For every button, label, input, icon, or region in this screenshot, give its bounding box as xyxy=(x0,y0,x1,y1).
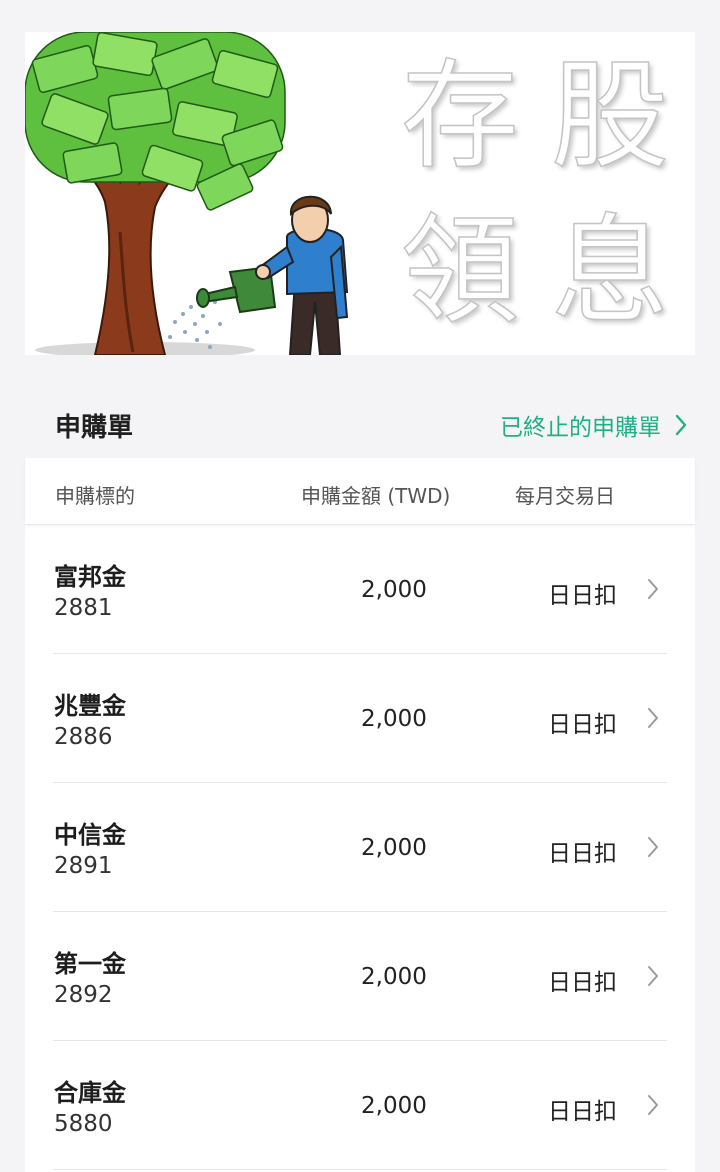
subscription-amount: 2,000 xyxy=(361,1093,427,1119)
column-trade-day: 每月交易日 xyxy=(515,484,615,508)
chevron-right-icon xyxy=(648,1095,658,1115)
column-target: 申購標的 xyxy=(55,484,135,508)
stock-code: 2881 xyxy=(54,595,113,621)
promo-banner: 存 股 領 息 xyxy=(25,32,695,355)
subscription-header: 申購單 已終止的申購單 xyxy=(25,392,695,458)
list-item[interactable]: 富邦金 2881 2,000 日日扣 xyxy=(53,525,667,654)
banner-char: 存 xyxy=(400,46,520,185)
trade-frequency: 日日扣 xyxy=(548,841,617,867)
stock-name: 合庫金 xyxy=(54,1079,126,1107)
chevron-right-icon xyxy=(648,708,658,728)
stock-code: 5880 xyxy=(54,1111,113,1137)
stock-code: 2891 xyxy=(54,853,113,879)
stock-name: 富邦金 xyxy=(54,563,126,591)
chevron-right-icon xyxy=(648,966,658,986)
banner-char: 領 xyxy=(400,201,520,340)
banner-slogan: 存 股 領 息 xyxy=(385,38,685,348)
list-item[interactable]: 合庫金 5880 2,000 日日扣 xyxy=(53,1041,667,1170)
subscription-amount: 2,000 xyxy=(361,577,427,603)
subscription-amount: 2,000 xyxy=(361,835,427,861)
trade-frequency: 日日扣 xyxy=(548,712,617,738)
stock-name: 中信金 xyxy=(54,821,126,849)
chevron-right-icon xyxy=(648,579,658,599)
chevron-right-icon xyxy=(675,414,687,436)
chevron-right-icon xyxy=(648,837,658,857)
section-title: 申購單 xyxy=(55,412,134,443)
list-item[interactable]: 中信金 2891 2,000 日日扣 xyxy=(53,783,667,912)
column-amount: 申購金額 (TWD) xyxy=(301,484,451,508)
banner-char: 股 xyxy=(550,46,670,185)
subscription-amount: 2,000 xyxy=(361,706,427,732)
stock-name: 兆豐金 xyxy=(54,692,126,720)
subscription-amount: 2,000 xyxy=(361,964,427,990)
trade-frequency: 日日扣 xyxy=(548,583,617,609)
stopped-orders-label: 已終止的申購單 xyxy=(500,415,661,441)
banner-char: 息 xyxy=(550,201,670,340)
list-item[interactable]: 兆豐金 2886 2,000 日日扣 xyxy=(53,654,667,783)
stock-code: 2886 xyxy=(54,724,113,750)
list-item[interactable]: 第一金 2892 2,000 日日扣 xyxy=(53,912,667,1041)
stock-name: 第一金 xyxy=(54,950,126,978)
subscription-list: 申購標的 申購金額 (TWD) 每月交易日 富邦金 2881 2,000 日日扣… xyxy=(25,458,695,1172)
stopped-orders-link[interactable]: 已終止的申購單 xyxy=(500,408,687,442)
trade-frequency: 日日扣 xyxy=(548,1099,617,1125)
trade-frequency: 日日扣 xyxy=(548,970,617,996)
column-header: 申購標的 申購金額 (TWD) 每月交易日 xyxy=(25,458,695,525)
stock-code: 2892 xyxy=(54,982,113,1008)
